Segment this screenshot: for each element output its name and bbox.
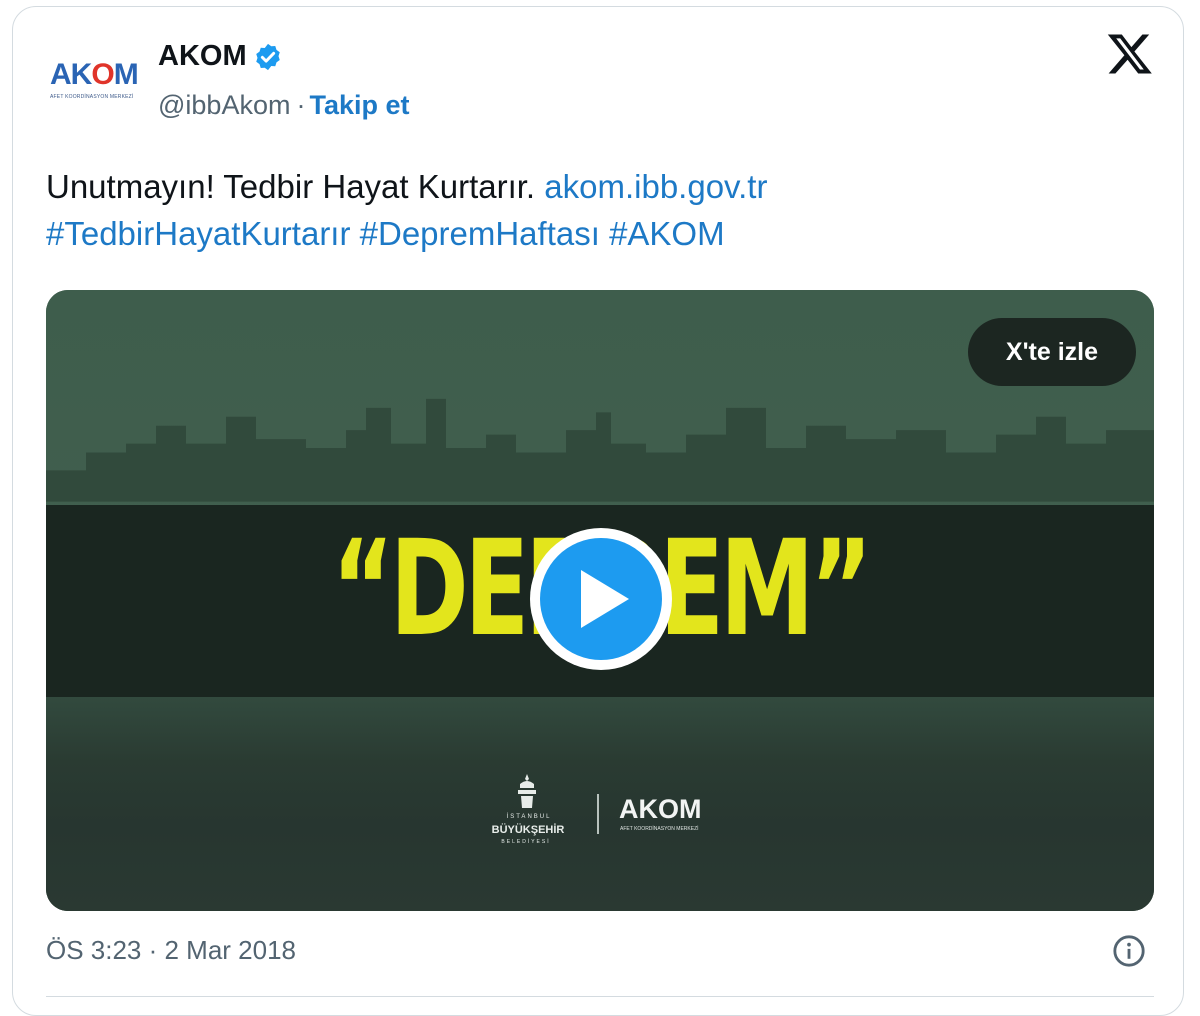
play-icon — [581, 570, 629, 628]
tweet-timestamp[interactable]: ÖS 3:23 · 2 Mar 2018 — [46, 935, 296, 966]
city-skyline — [46, 398, 1154, 502]
watch-on-x-button[interactable]: X'te izle — [967, 318, 1136, 386]
ibb-emblem-icon — [518, 774, 536, 808]
ibb-logo-line1: İSTANBUL — [506, 814, 552, 820]
handle-separator: · — [296, 90, 306, 120]
tweet-text: Unutmayın! Tedbir Hayat Kurtarır. akom.i… — [46, 163, 1166, 257]
footer-divider — [46, 996, 1154, 997]
akom-logo: AKOM — [619, 794, 702, 824]
video-logos: İSTANBUL BÜYÜKŞEHİR BELEDİYESİ AKOM AFET… — [476, 774, 776, 854]
ibb-logo-line3: BELEDİYESİ — [501, 839, 551, 845]
verified-badge-icon — [255, 43, 280, 70]
avatar-subtitle: AFET KOORDİNASYON MERKEZİ — [50, 94, 134, 100]
play-button[interactable] — [530, 528, 672, 670]
tweet-body: Unutmayın! Tedbir Hayat Kurtarır. — [46, 168, 536, 205]
x-logo-icon[interactable] — [1106, 30, 1154, 78]
avatar[interactable]: AKOM AFET KOORDİNASYON MERKEZİ — [40, 46, 152, 116]
video-media[interactable]: “DEPREM” X'te izle İSTANBUL BÜYÜKŞEHİR B… — [46, 290, 1154, 911]
info-icon[interactable] — [1112, 934, 1146, 968]
tweet-link[interactable]: akom.ibb.gov.tr — [544, 168, 767, 205]
avatar-logo: AKOM — [50, 58, 139, 91]
akom-logo-subtitle: AFET KOORDİNASYON MERKEZİ — [620, 826, 699, 832]
author-name[interactable]: AKOM — [158, 40, 247, 73]
tweet-hashtags[interactable]: #TedbirHayatKurtarır #DepremHaftası #AKO… — [46, 215, 725, 252]
follow-button[interactable]: Takip et — [309, 90, 409, 121]
logo-divider — [597, 794, 599, 834]
ibb-logo-line2: BÜYÜKŞEHİR — [491, 824, 565, 836]
ibb-logo: İSTANBUL BÜYÜKŞEHİR BELEDİYESİ — [476, 774, 576, 854]
author-handle[interactable]: @ibbAkom — [158, 90, 290, 121]
